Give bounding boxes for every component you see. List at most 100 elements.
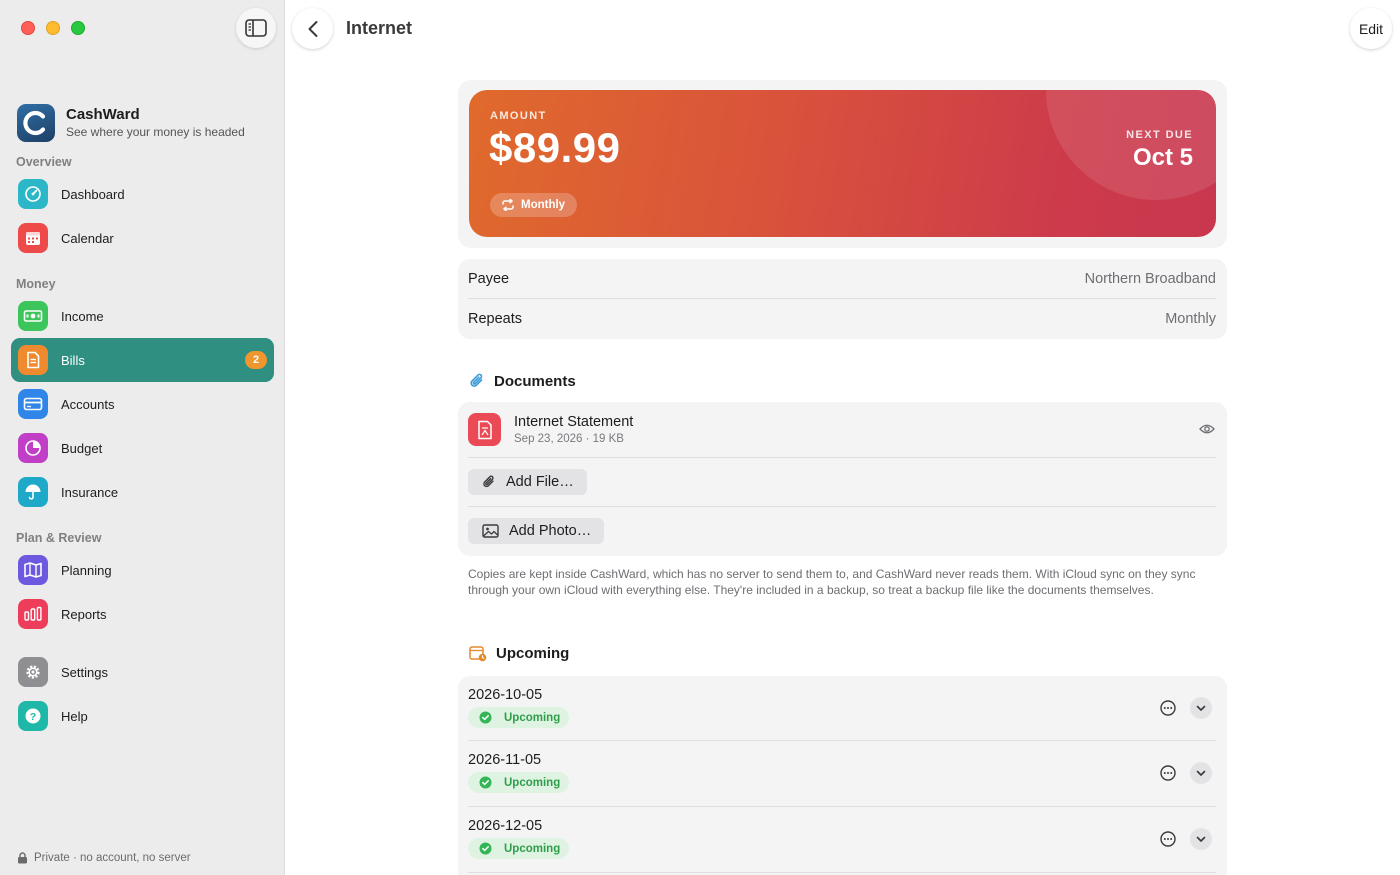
status-text: Upcoming: [504, 842, 561, 855]
detail-key: Repeats: [468, 311, 523, 327]
sidebar-item-settings[interactable]: Settings: [11, 650, 274, 694]
sidebar-item-accounts[interactable]: Accounts: [11, 382, 274, 426]
ellipsis-circle-icon: [1160, 700, 1176, 716]
sidebar-item-label: Reports: [61, 606, 107, 622]
status-badge: Upcoming: [468, 838, 570, 859]
detail-value: Northern Broadband: [1084, 271, 1216, 287]
documents-heading-text: Documents: [494, 372, 576, 390]
details-group: Payee Northern Broadband Repeats Monthly: [458, 259, 1227, 339]
page-title: Internet: [346, 18, 413, 38]
document-meta: Sep 23, 2026 · 19 KB: [514, 433, 624, 445]
lock-icon: [18, 852, 27, 864]
app-logo-icon: [17, 104, 55, 142]
document-name: Internet Statement: [514, 414, 634, 430]
upcoming-row: 2026-12-05 Upcoming: [458, 807, 1227, 872]
sidebar-item-dashboard[interactable]: Dashboard: [11, 172, 274, 216]
detail-value: Monthly: [1165, 311, 1216, 327]
expand-button[interactable]: [1190, 828, 1212, 850]
banknote-icon: [18, 301, 48, 331]
upcoming-heading: Upcoming: [469, 645, 569, 662]
photo-icon: [482, 524, 499, 538]
question-icon: ?: [18, 701, 48, 731]
status-text: Upcoming: [504, 776, 561, 789]
window-controls: [21, 21, 85, 35]
sidebar-item-bills[interactable]: Bills 2: [11, 338, 274, 382]
sidebar-item-planning[interactable]: Planning: [11, 548, 274, 592]
sidebar-item-reports[interactable]: Reports: [11, 592, 274, 636]
minimize-window-button[interactable]: [46, 21, 60, 35]
sidebar-item-label: Budget: [61, 440, 103, 456]
upcoming-date: 2026-11-05: [468, 752, 542, 768]
check-circle-icon: [479, 711, 492, 724]
repeat-icon: [502, 199, 514, 211]
gear-icon: [18, 657, 48, 687]
map-icon: [18, 555, 48, 585]
document-row[interactable]: Internet Statement Sep 23, 2026 · 19 KB: [458, 402, 1227, 458]
sidebar-item-budget[interactable]: Budget: [11, 426, 274, 470]
more-options-button[interactable]: [1159, 699, 1177, 717]
paperclip-icon: [470, 373, 483, 387]
edit-button[interactable]: Edit: [1350, 8, 1392, 49]
dashboard-gauge-icon: [18, 179, 48, 209]
app-tagline: See where your money is headed: [66, 125, 245, 139]
more-options-button[interactable]: [1159, 830, 1177, 848]
upcoming-list: 2026-10-05 Upcoming 2026-11-05 Upcoming …: [458, 676, 1227, 875]
pie-chart-icon: [18, 433, 48, 463]
status-badge: Upcoming: [468, 707, 570, 728]
back-button[interactable]: [292, 8, 333, 49]
bar-chart-icon: [18, 599, 48, 629]
amount-value: $89.99: [489, 124, 621, 171]
status-badge: Upcoming: [468, 772, 570, 793]
sidebar: CashWard See where your money is headed …: [0, 0, 285, 875]
sidebar-item-label: Bills: [61, 352, 85, 368]
sidebar-item-label: Insurance: [61, 484, 119, 500]
expand-button[interactable]: [1190, 762, 1212, 784]
ellipsis-circle-icon: [1160, 831, 1176, 847]
sidebar-item-help[interactable]: ? Help: [11, 694, 274, 738]
sidebar-item-label: Income: [61, 308, 104, 324]
upcoming-row: 2026-11-05 Upcoming: [458, 741, 1227, 806]
preview-eye-icon[interactable]: [1199, 422, 1215, 440]
zoom-window-button[interactable]: [71, 21, 85, 35]
sidebar-toggle-button[interactable]: [236, 8, 276, 48]
upcoming-date: 2026-10-05: [468, 687, 543, 703]
upcoming-date: 2026-12-05: [468, 818, 543, 834]
add-file-button[interactable]: Add File…: [468, 469, 587, 495]
section-label-plan-review: Plan & Review: [16, 531, 102, 545]
privacy-text: Private · no account, no server: [34, 852, 191, 864]
svg-text:?: ?: [30, 711, 36, 723]
documents-privacy-note: Copies are kept inside CashWard, which h…: [468, 567, 1196, 597]
check-circle-icon: [479, 776, 492, 789]
add-photo-button[interactable]: Add Photo…: [468, 518, 605, 544]
more-options-button[interactable]: [1159, 764, 1177, 782]
privacy-footer: Private · no account, no server: [17, 852, 191, 864]
documents-heading: Documents: [469, 372, 576, 390]
sidebar-item-label: Calendar: [61, 230, 114, 246]
divider: [468, 457, 1216, 458]
sidebar-item-income[interactable]: Income: [11, 294, 274, 338]
next-due-value: Oct 5: [1132, 144, 1193, 171]
close-window-button[interactable]: [21, 21, 35, 35]
paperclip-icon: [483, 475, 494, 488]
sidebar-item-label: Planning: [61, 562, 112, 578]
umbrella-icon: [18, 477, 48, 507]
sidebar-item-label: Accounts: [61, 396, 115, 412]
sidebar-item-insurance[interactable]: Insurance: [11, 470, 274, 514]
next-due-label: NEXT DUE: [1126, 129, 1193, 141]
upcoming-row: 2026-10-05 Upcoming: [458, 676, 1227, 741]
frequency-text: Monthly: [521, 199, 566, 211]
bills-count-badge: 2: [245, 351, 267, 369]
expand-button[interactable]: [1190, 697, 1212, 719]
pdf-file-icon: [468, 413, 501, 446]
app-name: CashWard: [66, 106, 140, 123]
sidebar-toggle-icon: [245, 19, 267, 37]
sidebar-item-label: Dashboard: [61, 186, 125, 202]
chevron-down-icon: [1196, 770, 1206, 776]
divider: [468, 872, 1216, 873]
credit-card-icon: [18, 389, 48, 419]
add-photo-label: Add Photo…: [509, 523, 592, 539]
chevron-down-icon: [1196, 705, 1206, 711]
bill-hero: AMOUNT $89.99 Monthly NEXT DUE Oct 5: [469, 90, 1216, 237]
chevron-left-icon: [308, 20, 317, 37]
sidebar-item-calendar[interactable]: Calendar: [11, 216, 274, 260]
